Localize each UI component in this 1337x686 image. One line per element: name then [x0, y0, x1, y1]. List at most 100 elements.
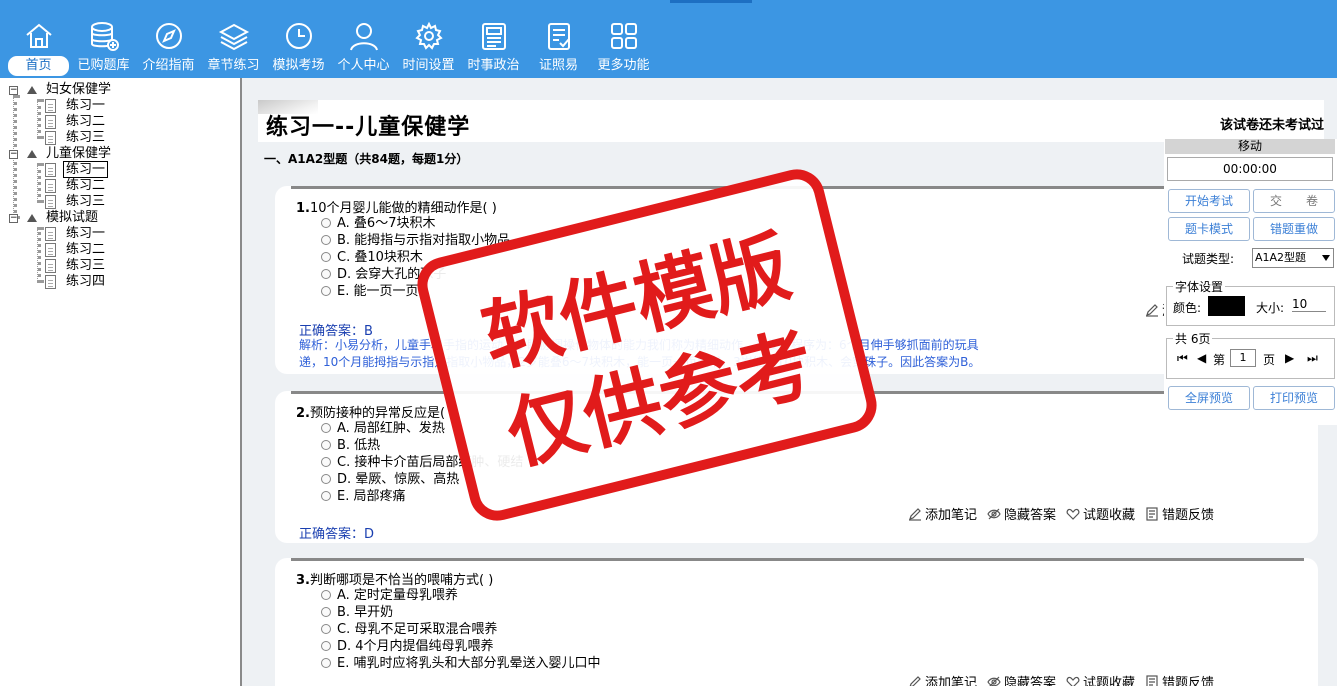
- radio-button[interactable]: [321, 641, 331, 651]
- page-number-input[interactable]: 1: [1230, 349, 1256, 367]
- section-title: 一、A1A2型题（共84题，每题1分）: [264, 152, 469, 166]
- tree-group-child-health[interactable]: 儿童保健学: [46, 146, 111, 162]
- question-actions: 添加笔记 隐藏答案 试题收藏 错题反馈: [908, 504, 1214, 523]
- next-page-button[interactable]: ▶: [1285, 351, 1294, 365]
- chevron-down-icon: [1322, 255, 1330, 261]
- tree-group-women-health[interactable]: 妇女保健学: [46, 82, 111, 98]
- favorite-button[interactable]: 试题收藏: [1066, 504, 1135, 523]
- report-error-button[interactable]: 错题反馈: [1145, 504, 1214, 523]
- prev-page-button[interactable]: ◀: [1197, 351, 1206, 365]
- font-size-input[interactable]: 10: [1292, 297, 1326, 312]
- last-page-button[interactable]: ⏭: [1307, 351, 1318, 366]
- font-color-swatch[interactable]: [1208, 296, 1245, 316]
- add-note-label: 添加笔记: [924, 676, 977, 686]
- radio-button[interactable]: [321, 590, 331, 600]
- radio-button[interactable]: [321, 440, 331, 450]
- nav-more[interactable]: 更多功能: [591, 18, 656, 76]
- report-error-button[interactable]: 错题反馈: [1145, 672, 1214, 686]
- redo-wrong-button[interactable]: 错题重做: [1253, 217, 1335, 241]
- document-icon: [45, 259, 56, 273]
- tree-group-label: 妇女保健学: [46, 82, 112, 97]
- question-type-select[interactable]: A1A2型题: [1252, 248, 1334, 268]
- nav-home[interactable]: 首页: [6, 18, 71, 76]
- radio-button[interactable]: [321, 491, 331, 501]
- option-e[interactable]: E. 能一页一页: [321, 280, 418, 299]
- tree-item[interactable]: 练习三: [66, 130, 105, 146]
- nav-chapter-practice[interactable]: 章节练习: [201, 18, 266, 76]
- user-icon: [349, 23, 378, 51]
- tree-item[interactable]: 练习二: [66, 114, 105, 130]
- folder-icon: [27, 150, 37, 158]
- tree-collapse-toggle[interactable]: −: [9, 214, 18, 223]
- document-icon: [45, 99, 56, 113]
- tree-item[interactable]: 练习四: [66, 274, 105, 290]
- database-icon: [90, 22, 119, 51]
- radio-button[interactable]: [321, 423, 331, 433]
- question-number: 2.: [296, 406, 310, 421]
- nav-mock-exam[interactable]: 模拟考场: [266, 18, 331, 76]
- pencil-icon: [908, 507, 921, 521]
- tree-item[interactable]: 练习二: [66, 242, 105, 258]
- radio-button[interactable]: [321, 474, 331, 484]
- radio-button[interactable]: [321, 607, 331, 617]
- document-icon: [45, 275, 56, 289]
- nav-time-settings[interactable]: 时间设置: [396, 18, 461, 76]
- eye-off-icon: [987, 676, 1001, 686]
- nav-license[interactable]: 证照易: [526, 18, 591, 76]
- favorite-label: 试题收藏: [1082, 676, 1135, 686]
- print-preview-button[interactable]: 打印预览: [1253, 386, 1335, 410]
- first-page-button[interactable]: ⏮: [1177, 351, 1188, 366]
- option-label: E. 局部疼痛: [337, 489, 406, 504]
- font-color-label: 颜色:: [1173, 301, 1202, 315]
- document-icon: [45, 227, 56, 241]
- nav-purchased-bank[interactable]: 已购题库: [71, 18, 136, 76]
- top-toolbar: 首页 已购题库 介绍指南 章节练习 模拟考场 个人中心 时间设置 时事政治 证照…: [0, 0, 1337, 78]
- tree-item[interactable]: 练习三: [66, 258, 105, 274]
- option-label: E. 能一页一页: [337, 284, 419, 299]
- hide-answer-label: 隐藏答案: [1003, 508, 1056, 523]
- favorite-label: 试题收藏: [1082, 508, 1135, 523]
- option-e[interactable]: E. 局部疼痛: [321, 485, 405, 504]
- tree-group-mock-exam[interactable]: 模拟试题: [46, 210, 98, 226]
- radio-button[interactable]: [321, 252, 331, 262]
- tree-collapse-toggle[interactable]: −: [9, 86, 18, 95]
- radio-button[interactable]: [321, 658, 331, 668]
- heart-icon: [1066, 676, 1080, 686]
- hide-answer-button[interactable]: 隐藏答案: [987, 672, 1056, 686]
- card-mode-button[interactable]: 题卡模式: [1168, 217, 1250, 241]
- pencil-icon: [1145, 303, 1158, 317]
- add-note-button[interactable]: 添加笔记: [908, 672, 977, 686]
- nav-guide[interactable]: 介绍指南: [136, 18, 201, 76]
- option-e[interactable]: E. 哺乳时应将乳头和大部分乳晕送入婴儿口中: [321, 652, 600, 671]
- tree-item[interactable]: 练习一: [66, 98, 105, 114]
- tree-item-selected[interactable]: 练习一: [63, 161, 109, 178]
- panel-move-handle[interactable]: 移动: [1165, 139, 1335, 154]
- report-icon: [1146, 674, 1158, 686]
- nav-current-affairs[interactable]: 时事政治: [461, 18, 526, 76]
- radio-button[interactable]: [321, 218, 331, 228]
- card-divider: [291, 558, 1304, 561]
- page-title: 练习一--儿童保健学: [266, 115, 471, 140]
- radio-button[interactable]: [321, 624, 331, 634]
- favorite-button[interactable]: 试题收藏: [1066, 672, 1135, 686]
- tree-group-label: 儿童保健学: [46, 146, 112, 161]
- hide-answer-button[interactable]: 隐藏答案: [987, 504, 1056, 523]
- add-note-button[interactable]: 添加笔记: [908, 504, 977, 523]
- pager-group: 共 6页 ⏮ ◀ 第 1 页 ▶ ⏭: [1166, 330, 1335, 379]
- radio-button[interactable]: [321, 235, 331, 245]
- radio-button[interactable]: [321, 269, 331, 279]
- tree-item[interactable]: 练习二: [66, 178, 105, 194]
- tree-item[interactable]: 练习三: [66, 194, 105, 210]
- tree-item-label: 练习三: [66, 194, 106, 209]
- radio-button[interactable]: [321, 286, 331, 296]
- radio-button[interactable]: [321, 457, 331, 467]
- submit-exam-button[interactable]: 交 卷: [1253, 189, 1335, 213]
- font-settings-group: 字体设置 颜色: 大小: 10: [1166, 278, 1335, 326]
- nav-current-affairs-label: 时事政治: [467, 58, 520, 73]
- start-exam-button[interactable]: 开始考试: [1168, 189, 1250, 213]
- tree-collapse-toggle[interactable]: −: [9, 150, 18, 159]
- nav-personal-center[interactable]: 个人中心: [331, 18, 396, 76]
- fullscreen-preview-button[interactable]: 全屏预览: [1168, 386, 1250, 410]
- exam-control-panel: 移动 00:00:00 开始考试 交 卷 题卡模式 错题重做 试题类型: A1A…: [1164, 139, 1337, 425]
- tree-item[interactable]: 练习一: [66, 226, 105, 242]
